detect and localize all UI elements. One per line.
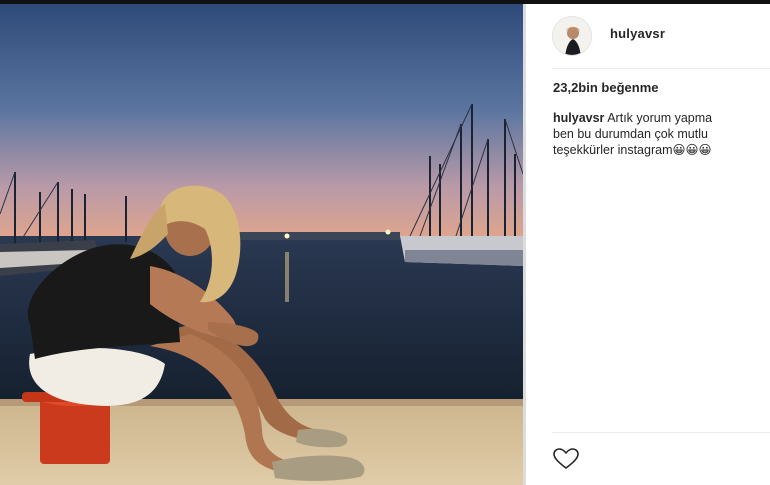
profile-avatar[interactable] [552, 16, 592, 56]
caption-line-3: teşekkürler instagram😀😀😀 [553, 143, 712, 157]
caption-line-1: hulyavsr Artık yorum yapma [553, 110, 770, 126]
caption-username[interactable]: hulyavsr [553, 111, 604, 125]
post-caption: hulyavsr Artık yorum yapma ben bu durumd… [553, 110, 770, 158]
post-photo[interactable] [0, 4, 523, 485]
like-button[interactable] [552, 447, 580, 471]
post-username[interactable]: hulyavsr [610, 26, 665, 41]
post-side-panel: hulyavsr 23,2bin beğenme hulyavsr Artık … [526, 4, 770, 485]
caption-line-2: ben bu durumdan çok mutlu [553, 127, 708, 141]
avatar-image [553, 17, 591, 55]
caption-text-1: Artık yorum yapma [607, 111, 713, 125]
header-divider [552, 68, 770, 69]
heart-outline-icon [553, 448, 579, 469]
actions-divider [552, 432, 770, 433]
photo-image [0, 4, 523, 485]
post-header: hulyavsr [526, 4, 770, 64]
like-count[interactable]: 23,2bin beğenme [553, 80, 658, 95]
